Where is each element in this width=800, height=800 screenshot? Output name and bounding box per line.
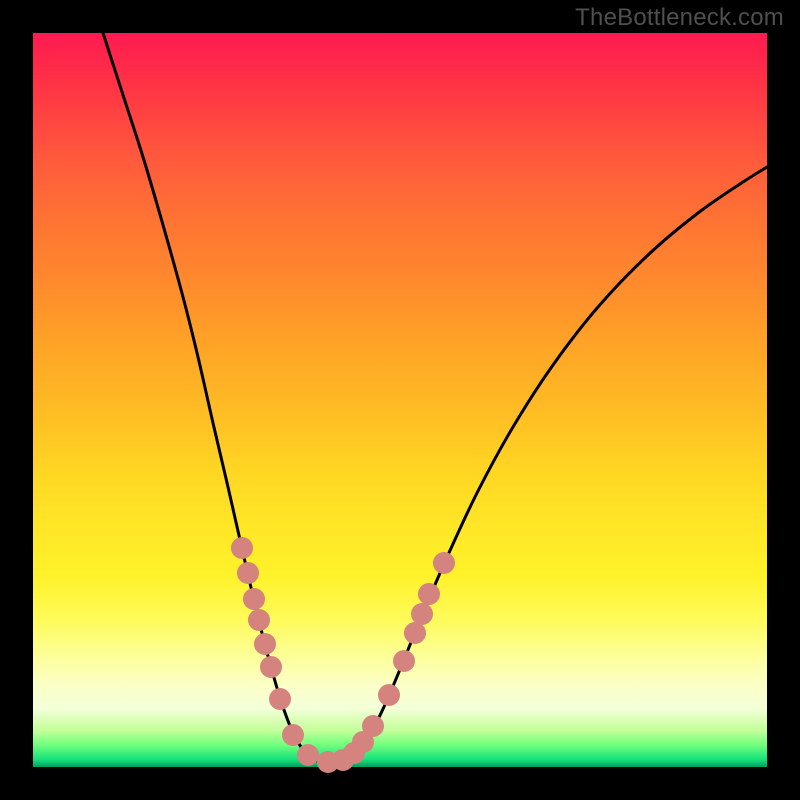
chart-svg bbox=[33, 33, 767, 767]
marker-dot bbox=[237, 562, 259, 584]
marker-dot bbox=[393, 650, 415, 672]
marker-dot bbox=[433, 552, 455, 574]
marker-dot bbox=[260, 656, 282, 678]
marker-dot bbox=[282, 724, 304, 746]
marker-dot bbox=[378, 684, 400, 706]
plot-area bbox=[33, 33, 767, 767]
marker-dot bbox=[243, 588, 265, 610]
chart-frame: TheBottleneck.com bbox=[0, 0, 800, 800]
marker-dot bbox=[248, 609, 270, 631]
marker-dot bbox=[254, 633, 276, 655]
marker-dot bbox=[404, 622, 426, 644]
marker-dot bbox=[269, 688, 291, 710]
marker-dot bbox=[297, 744, 319, 766]
bottleneck-curve bbox=[103, 33, 767, 764]
marker-dot bbox=[362, 715, 384, 737]
marker-dot bbox=[231, 537, 253, 559]
marker-group bbox=[231, 537, 455, 773]
marker-dot bbox=[418, 583, 440, 605]
marker-dot bbox=[411, 603, 433, 625]
watermark-text: TheBottleneck.com bbox=[575, 4, 784, 32]
